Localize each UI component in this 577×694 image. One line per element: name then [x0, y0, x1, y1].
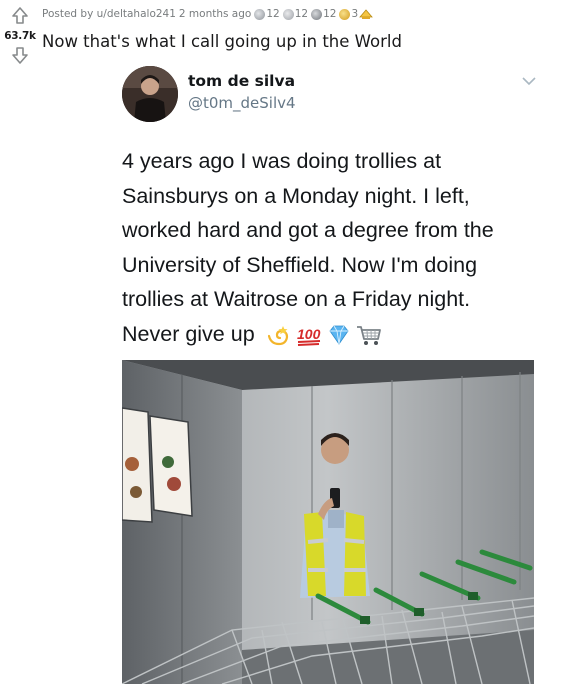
silver-award-icon — [254, 8, 266, 20]
tweet-line: trollies at Waitrose on a Friday night. — [122, 287, 471, 311]
tweet-line: 4 years ago I was doing trollies at — [122, 149, 442, 173]
award-gold[interactable]: 3 — [339, 8, 374, 20]
argentium-award-icon — [359, 9, 374, 19]
posted-by[interactable]: Posted by u/deltahalo241 — [42, 8, 176, 20]
vote-column: 63.7k — [0, 0, 40, 65]
post-age[interactable]: 2 months ago — [179, 8, 251, 20]
post-meta: Posted by u/deltahalo241 2 months ago 12… — [42, 8, 374, 20]
helpful-award-icon — [282, 8, 294, 20]
upvote-icon[interactable] — [11, 6, 29, 26]
tweet-line: Sainsburys on a Monday night. I left, — [122, 183, 470, 208]
svg-text:100: 100 — [297, 326, 321, 342]
downvote-icon[interactable] — [11, 45, 29, 65]
tweet-photo[interactable] — [122, 360, 534, 684]
award-wholesome[interactable]: 12 — [311, 8, 336, 20]
tweet-line: University of Sheffield. Now I'm doing — [122, 252, 478, 277]
dizzy-emoji-icon — [267, 325, 288, 345]
tweet-line: worked hard and got a degree from the — [122, 218, 494, 242]
tweet-line: Never give up — [122, 321, 255, 346]
tweet-text: 4 years ago I was doing trollies at Sain… — [122, 144, 542, 351]
gem-emoji-icon — [329, 325, 349, 345]
vote-score: 63.7k — [4, 30, 36, 42]
emoji-row: 100 — [265, 322, 383, 348]
chevron-down-icon[interactable] — [522, 76, 536, 86]
tweet-line-last: Never give up 100 — [122, 317, 542, 352]
cart-emoji-icon — [356, 325, 381, 345]
wholesome-award-icon — [311, 8, 323, 20]
tweet-display-name[interactable]: tom de silva — [188, 72, 295, 90]
hundred-emoji-icon: 100 — [297, 326, 321, 346]
award-helpful[interactable]: 12 — [282, 8, 308, 20]
avatar[interactable] — [122, 66, 178, 122]
gold-award-icon — [339, 8, 351, 20]
award-silver[interactable]: 12 — [254, 8, 280, 20]
post-title[interactable]: Now that's what I call going up in the W… — [42, 32, 402, 51]
tweet-handle[interactable]: @t0m_deSilv4 — [188, 94, 296, 112]
